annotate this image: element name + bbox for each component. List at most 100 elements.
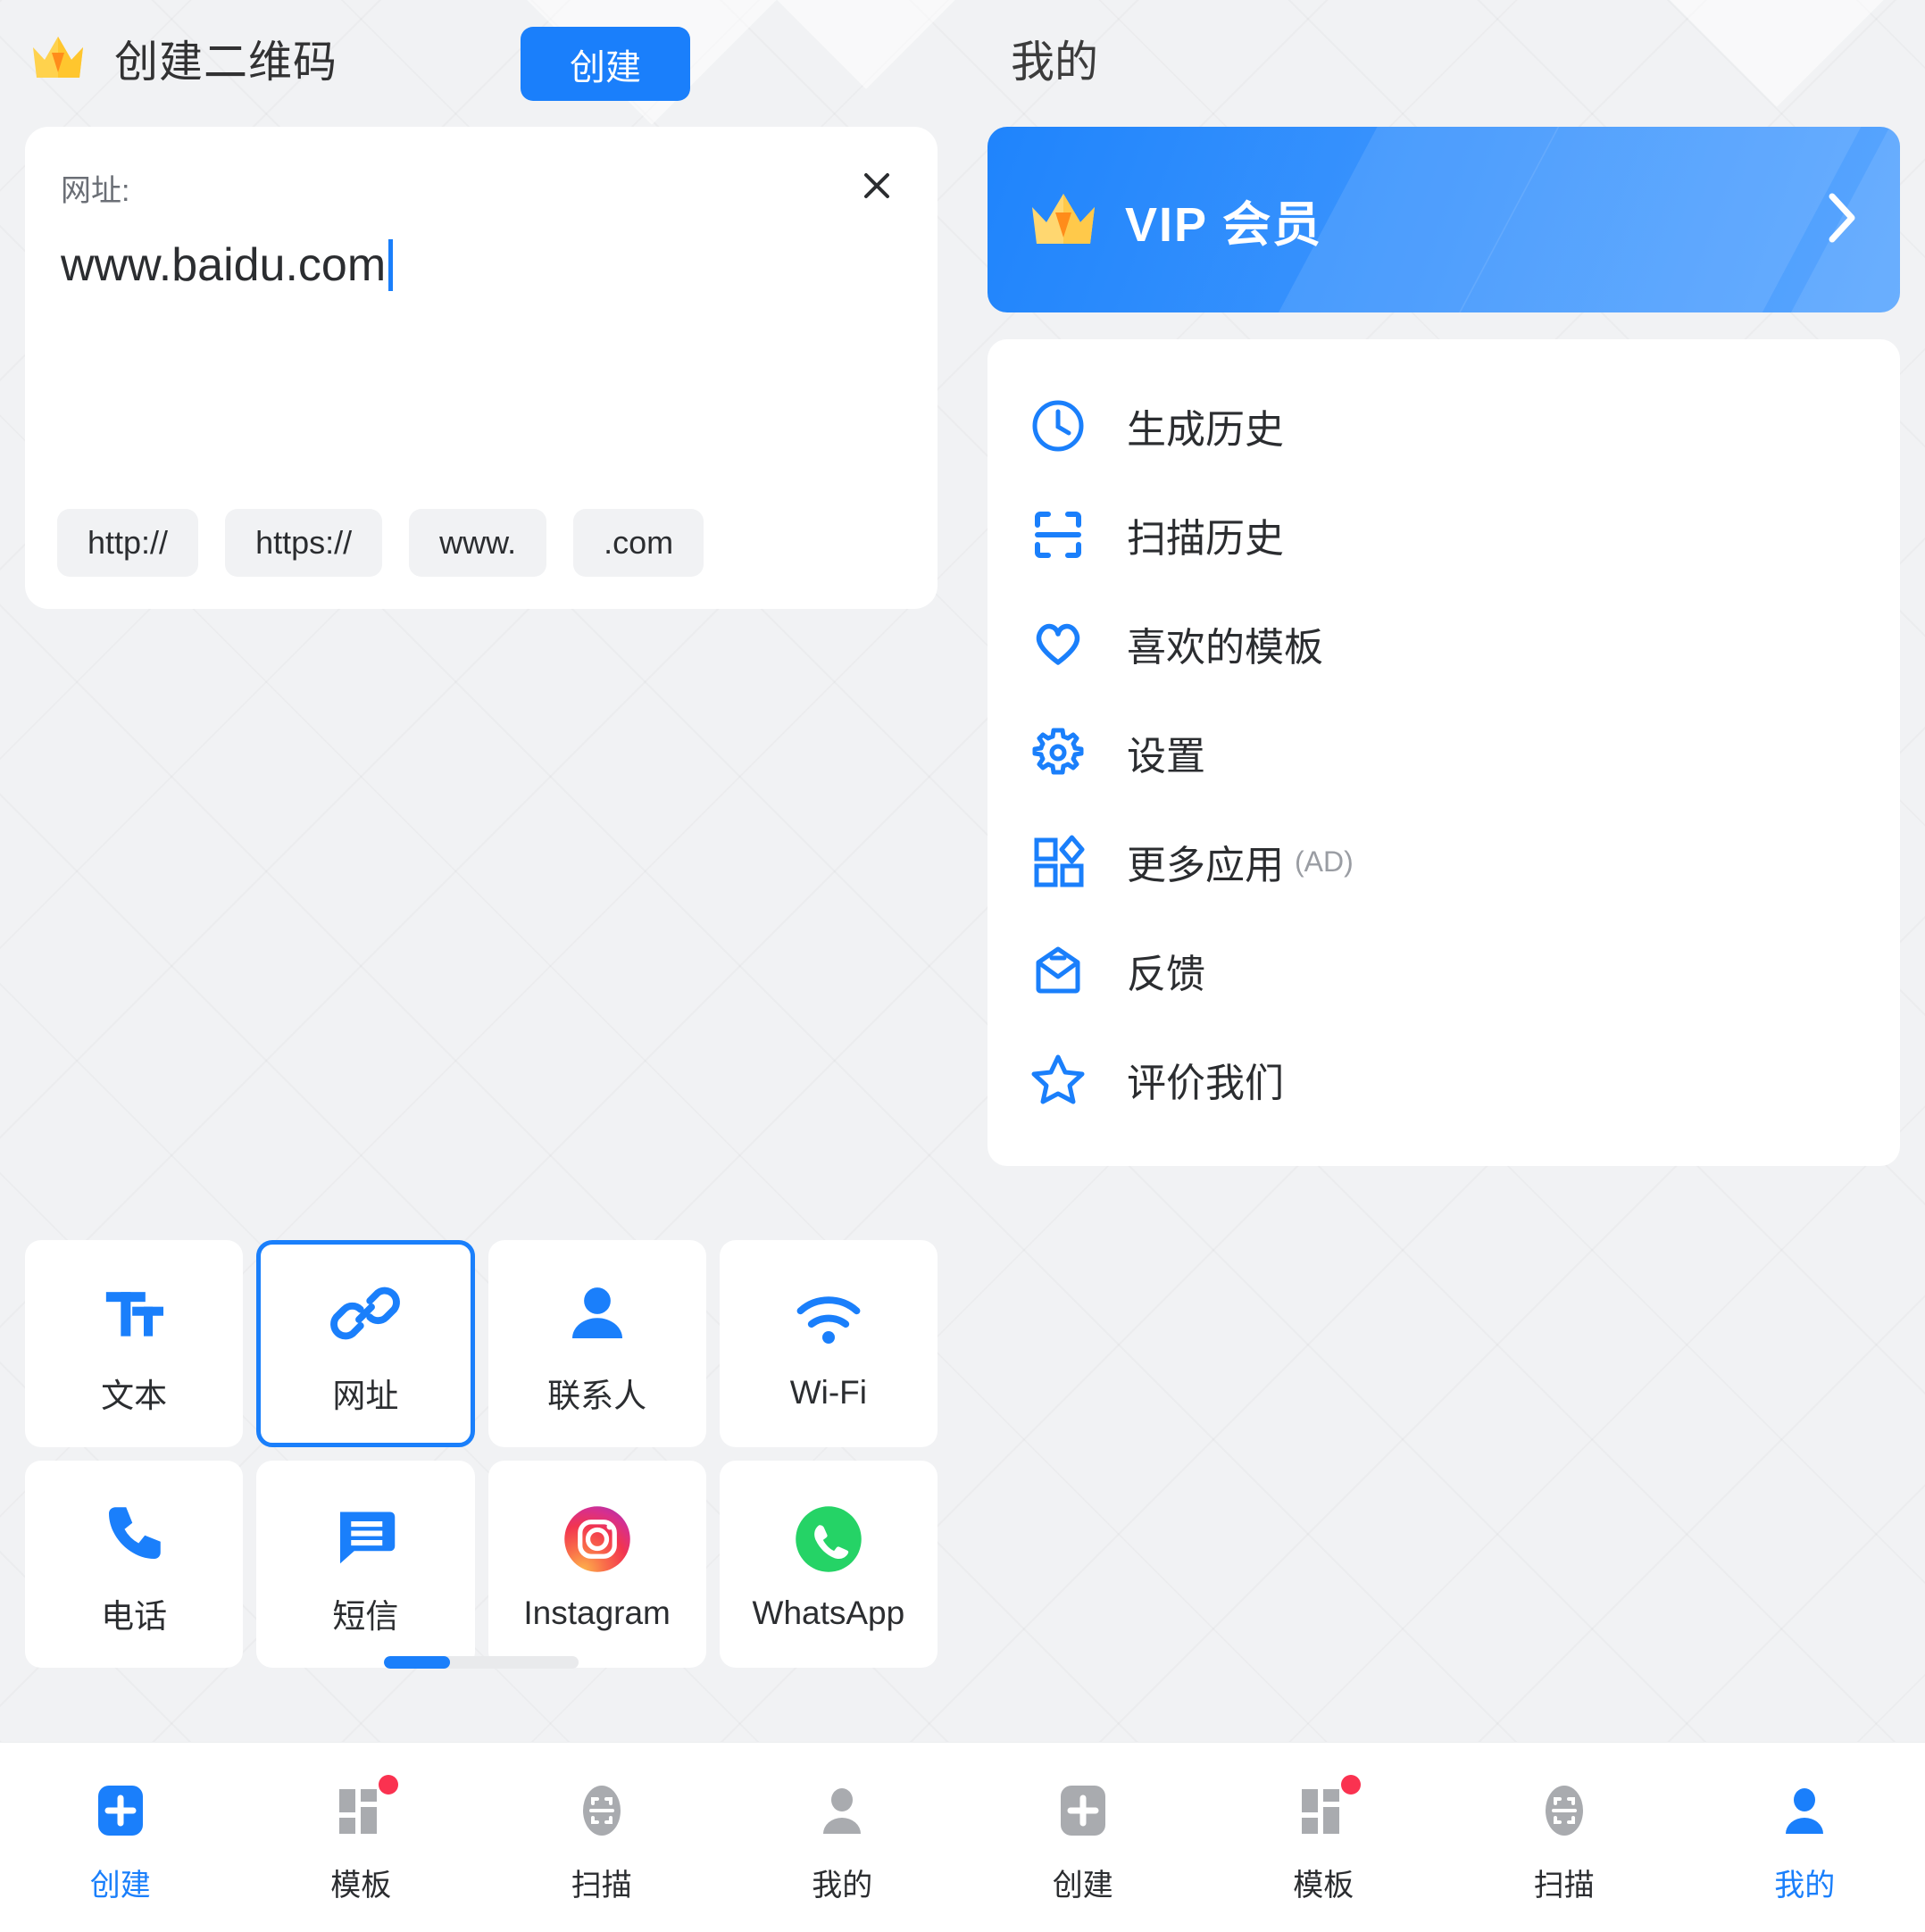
tiles-page-indicator[interactable] bbox=[25, 1656, 938, 1669]
nav-item-label: 扫描 bbox=[571, 1868, 632, 1903]
tile-instagram[interactable]: Instagram bbox=[488, 1461, 706, 1668]
nav-item-label: 模板 bbox=[1293, 1868, 1354, 1903]
scan-circle-icon bbox=[1536, 1778, 1593, 1843]
link-icon bbox=[328, 1270, 403, 1356]
scan-icon bbox=[1030, 507, 1086, 562]
clock-icon bbox=[1030, 398, 1086, 454]
chip-com[interactable]: .com bbox=[573, 509, 704, 577]
nav-item-label: 创建 bbox=[1052, 1868, 1113, 1903]
crown-icon bbox=[1029, 191, 1098, 248]
tile-label: 联系人 bbox=[547, 1378, 647, 1414]
star-icon bbox=[1030, 1052, 1086, 1107]
nav-item-label: 我的 bbox=[1774, 1868, 1836, 1903]
template-grid-icon bbox=[1295, 1774, 1362, 1843]
envelope-icon bbox=[1030, 943, 1086, 998]
plus-square-icon bbox=[92, 1778, 149, 1843]
page-indicator-track bbox=[384, 1656, 579, 1669]
nav-item-label: 我的 bbox=[812, 1868, 873, 1903]
right-pane-mine: 我的 VIP 会员 生成历史 扫描历史 喜欢的模板 设置 更多应用 (AD) 反… bbox=[962, 0, 1925, 1742]
chevron-right-icon bbox=[1823, 191, 1859, 249]
nav-item-templates[interactable]: 模板 bbox=[241, 1743, 482, 1932]
person-icon bbox=[560, 1270, 635, 1356]
gear-icon bbox=[1030, 725, 1086, 780]
vip-banner-title: VIP 会员 bbox=[1125, 197, 1323, 252]
vip-banner[interactable]: VIP 会员 bbox=[988, 127, 1900, 312]
nav-item-label: 创建 bbox=[89, 1868, 151, 1903]
tile-row-2: 电话 短信 Instagram WhatsApp bbox=[25, 1461, 938, 1668]
tile-label: 文本 bbox=[101, 1378, 168, 1414]
create-button[interactable]: 创建 bbox=[521, 27, 690, 101]
scan-circle-icon bbox=[573, 1778, 630, 1843]
message-icon bbox=[328, 1491, 403, 1577]
nav-item-create[interactable]: 创建 bbox=[0, 1743, 241, 1932]
menu-item-generate-history[interactable]: 生成历史 bbox=[988, 371, 1900, 480]
menu-item-label: 生成历史 bbox=[1127, 408, 1284, 452]
nav-item-scan-right[interactable]: 扫描 bbox=[1444, 1743, 1685, 1932]
menu-item-label: 反馈 bbox=[1127, 953, 1205, 996]
nav-item-scan[interactable]: 扫描 bbox=[481, 1743, 722, 1932]
tile-label: Wi-Fi bbox=[789, 1374, 868, 1411]
whatsapp-icon bbox=[791, 1496, 866, 1582]
instagram-icon bbox=[560, 1496, 635, 1582]
url-suggestion-chips: http:// https:// www. .com bbox=[57, 509, 905, 577]
bottom-nav-left: 创建 模板 扫描 我的 bbox=[0, 1743, 962, 1932]
menu-item-label: 更多应用 bbox=[1127, 844, 1284, 887]
menu-item-ad-tag: (AD) bbox=[1295, 845, 1354, 878]
menu-item-settings[interactable]: 设置 bbox=[988, 698, 1900, 807]
tile-label: WhatsApp bbox=[752, 1595, 905, 1631]
input-label-row: 网址: bbox=[61, 166, 902, 212]
menu-item-label: 扫描历史 bbox=[1127, 517, 1284, 561]
plus-square-icon bbox=[1054, 1778, 1112, 1843]
bottom-nav-right: 创建 模板 扫描 我的 bbox=[962, 1743, 1925, 1932]
url-input-field[interactable]: www.baidu.com bbox=[61, 236, 902, 295]
qr-type-tiles: 文本 网址 联系人 Wi-Fi 电话 短信 Instagram WhatsApp bbox=[25, 1240, 938, 1681]
person-icon bbox=[1776, 1778, 1833, 1843]
page-title: 创建二维码 bbox=[114, 37, 338, 87]
tile-contact[interactable]: 联系人 bbox=[488, 1240, 706, 1447]
crown-icon bbox=[30, 35, 86, 81]
nav-item-mine-right[interactable]: 我的 bbox=[1685, 1743, 1925, 1932]
app-screen: 创建二维码 创建 网址: www.baidu.com http:// https… bbox=[0, 0, 1925, 1932]
tile-sms[interactable]: 短信 bbox=[256, 1461, 475, 1668]
tile-url[interactable]: 网址 bbox=[256, 1240, 475, 1447]
tile-wifi[interactable]: Wi-Fi bbox=[719, 1240, 938, 1447]
notification-badge-dot bbox=[1341, 1774, 1362, 1795]
template-grid-icon bbox=[332, 1774, 399, 1843]
text-format-icon bbox=[95, 1270, 173, 1356]
menu-item-favorite-templates[interactable]: 喜欢的模板 bbox=[988, 589, 1900, 698]
chip-www[interactable]: www. bbox=[409, 509, 547, 577]
bottom-navigation-bar: 创建 模板 扫描 我的 创建 模板 扫描 我的 bbox=[0, 1742, 1925, 1932]
menu-item-feedback[interactable]: 反馈 bbox=[988, 916, 1900, 1025]
tile-row-1: 文本 网址 联系人 Wi-Fi bbox=[25, 1240, 938, 1447]
menu-item-rate-us[interactable]: 评价我们 bbox=[988, 1025, 1900, 1134]
text-caret bbox=[388, 239, 394, 291]
chip-http[interactable]: http:// bbox=[57, 509, 199, 577]
nav-item-label: 扫描 bbox=[1533, 1868, 1595, 1903]
panes: 创建二维码 创建 网址: www.baidu.com http:// https… bbox=[0, 0, 1925, 1742]
phone-icon bbox=[96, 1491, 171, 1577]
apps-grid-icon bbox=[1030, 834, 1086, 889]
menu-item-more-apps[interactable]: 更多应用 (AD) bbox=[988, 807, 1900, 916]
field-label: 网址: bbox=[61, 174, 130, 208]
person-icon bbox=[813, 1778, 871, 1843]
mine-menu-card: 生成历史 扫描历史 喜欢的模板 设置 更多应用 (AD) 反馈 评价我们 bbox=[988, 339, 1900, 1166]
tile-label: Instagram bbox=[523, 1595, 671, 1631]
left-pane-create: 创建二维码 创建 网址: www.baidu.com http:// https… bbox=[0, 0, 962, 1742]
nav-item-mine[interactable]: 我的 bbox=[722, 1743, 963, 1932]
left-header: 创建二维码 bbox=[0, 0, 962, 116]
tile-phone[interactable]: 电话 bbox=[25, 1461, 244, 1668]
nav-item-templates-right[interactable]: 模板 bbox=[1204, 1743, 1445, 1932]
menu-item-label: 喜欢的模板 bbox=[1127, 626, 1323, 670]
wifi-icon bbox=[791, 1276, 866, 1362]
tile-whatsapp[interactable]: WhatsApp bbox=[719, 1461, 938, 1668]
page-indicator-thumb bbox=[384, 1656, 450, 1669]
menu-item-label: 评价我们 bbox=[1127, 1062, 1284, 1105]
tile-label: 网址 bbox=[332, 1378, 399, 1414]
menu-item-scan-history[interactable]: 扫描历史 bbox=[988, 480, 1900, 589]
nav-item-label: 模板 bbox=[330, 1868, 392, 1903]
chip-https[interactable]: https:// bbox=[225, 509, 383, 577]
nav-item-create-right[interactable]: 创建 bbox=[962, 1743, 1204, 1932]
close-icon[interactable] bbox=[850, 159, 904, 212]
tile-text[interactable]: 文本 bbox=[25, 1240, 244, 1447]
heart-icon bbox=[1030, 616, 1086, 671]
